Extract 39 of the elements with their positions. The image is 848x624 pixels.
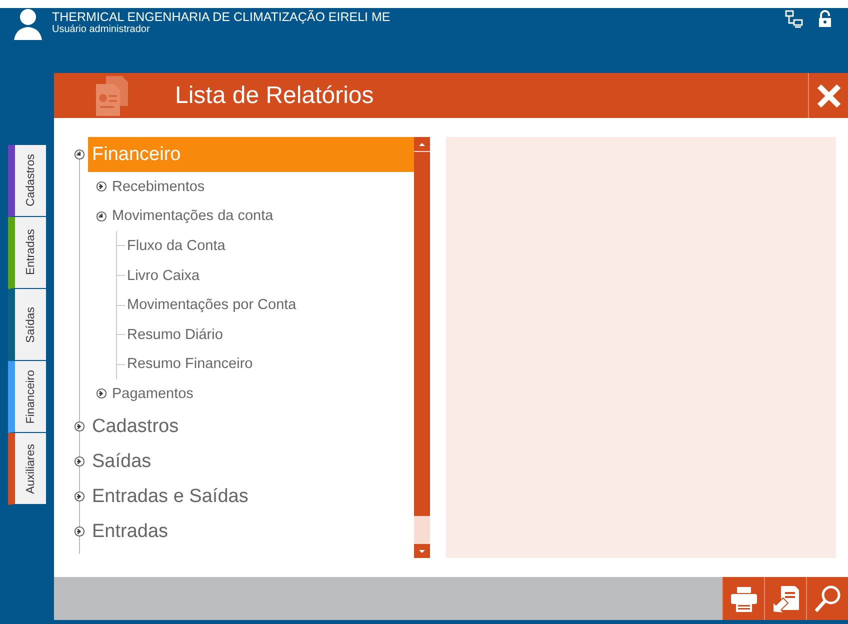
search-icon: [812, 584, 842, 614]
tree-item[interactable]: Recebimentos: [112, 178, 205, 195]
user-role: Usuário administrador: [52, 24, 151, 35]
document-arrow-icon: [770, 584, 800, 614]
side-tab[interactable]: Saídas: [8, 289, 46, 361]
expand-toggle-icon[interactable]: [96, 181, 107, 192]
export-button[interactable]: [764, 577, 806, 620]
tree-item[interactable]: Pagamentos: [112, 386, 194, 402]
scroll-up-icon[interactable]: [414, 137, 430, 151]
side-tab[interactable]: Entradas: [8, 217, 46, 289]
user-avatar-icon: [12, 8, 44, 40]
side-tab[interactable]: Cadastros: [8, 145, 46, 217]
print-button[interactable]: [722, 577, 764, 620]
tree-item[interactable]: Movimentações por Conta: [127, 297, 296, 314]
dialog-title: Lista de Relatórios: [175, 82, 374, 110]
search-button[interactable]: [806, 577, 848, 620]
expand-toggle-icon[interactable]: [72, 146, 88, 162]
lock-icon[interactable]: [816, 10, 834, 28]
network-icon[interactable]: [785, 10, 803, 28]
side-tab[interactable]: Financeiro: [8, 361, 46, 433]
expand-toggle-icon[interactable]: [96, 388, 107, 400]
tree-item[interactable]: Saídas: [88, 444, 414, 479]
tree-item[interactable]: Livro Caixa: [127, 268, 200, 284]
tree-item[interactable]: Resumo Diário: [127, 326, 223, 343]
expand-toggle-icon[interactable]: [74, 456, 85, 467]
expand-toggle-icon[interactable]: [74, 490, 85, 502]
expand-toggle-icon[interactable]: [74, 420, 85, 432]
side-tab[interactable]: Auxiliares: [8, 433, 46, 505]
expand-toggle-icon[interactable]: [94, 208, 110, 224]
tree-item[interactable]: Entradas e Saídas: [88, 478, 414, 514]
tree-item[interactable]: Fluxo da Conta: [127, 238, 226, 254]
tree-item[interactable]: Resumo Financeiro: [127, 356, 253, 372]
tree-item[interactable]: Movimentações da conta: [112, 208, 274, 224]
tree-item[interactable]: Cadastros: [88, 408, 414, 444]
expand-toggle-icon[interactable]: [74, 526, 85, 537]
tree-item[interactable]: Entradas: [88, 514, 414, 549]
company-name: THERMICAL ENGENHARIA DE CLIMATIZAÇÃO EIRELI ME: [52, 10, 390, 24]
scroll-down-icon[interactable]: [414, 544, 430, 558]
close-icon: [816, 82, 842, 108]
